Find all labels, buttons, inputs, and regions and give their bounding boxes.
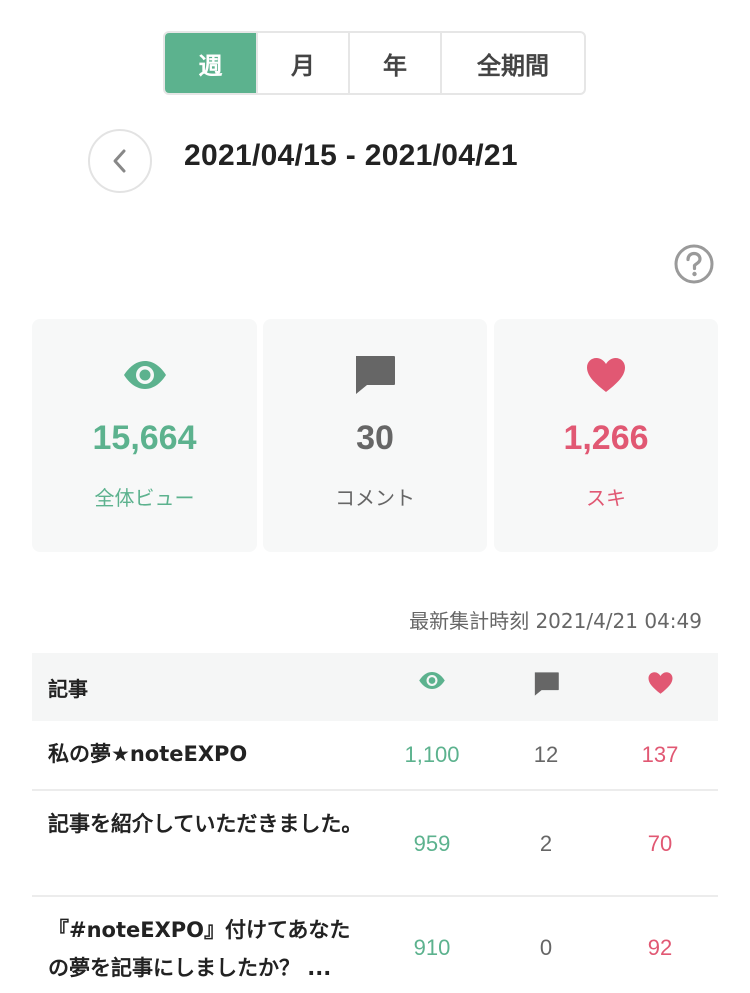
last-updated-timestamp: 最新集計時刻 2021/4/21 04:49	[409, 609, 702, 633]
period-tabs: 週 月 年 全期間	[163, 31, 586, 95]
article-likes: 70	[647, 831, 673, 856]
table-row[interactable]: 『#noteEXPO』付けてあなたの夢を記事にしましたか？ ... 910 0 …	[32, 897, 718, 993]
article-title[interactable]: 記事を紹介していただきました。	[48, 805, 368, 843]
tab-all-time[interactable]: 全期間	[442, 33, 584, 93]
article-comments: 12	[533, 742, 559, 767]
comment-icon	[353, 353, 397, 397]
help-icon[interactable]	[673, 243, 715, 285]
table-row[interactable]: 私の夢★noteEXPO 1,100 12 137	[32, 721, 718, 791]
views-summary-card: 15,664 全体ビュー	[32, 319, 257, 552]
article-views: 910	[413, 935, 451, 960]
previous-period-button[interactable]	[88, 129, 152, 193]
total-views-label: 全体ビュー	[94, 486, 195, 510]
article-title[interactable]: 『#noteEXPO』付けてあなたの夢を記事にしましたか？ ...	[48, 911, 368, 987]
article-title[interactable]: 私の夢★noteEXPO	[48, 735, 368, 773]
total-comments-value: 30	[356, 419, 394, 457]
table-row[interactable]: 記事を紹介していただきました。 959 2 70	[32, 791, 718, 897]
article-likes: 92	[647, 935, 673, 960]
tab-week[interactable]: 週	[165, 33, 258, 93]
comments-summary-card: 30 コメント	[263, 319, 487, 552]
total-views-value: 15,664	[92, 419, 197, 457]
article-views: 959	[413, 831, 451, 856]
views-column-eye-icon[interactable]	[382, 671, 482, 690]
article-comments: 2	[539, 831, 553, 856]
comments-column-comment-icon[interactable]	[496, 671, 596, 697]
article-likes: 137	[641, 742, 679, 767]
total-comments-label: コメント	[335, 486, 415, 510]
article-comments: 0	[539, 935, 553, 960]
article-views: 1,100	[404, 742, 460, 767]
date-range: 2021/04/15 - 2021/04/21	[184, 139, 518, 172]
heart-icon	[585, 353, 627, 397]
total-likes-label: スキ	[586, 486, 626, 510]
articles-table-header: 記事	[32, 653, 718, 721]
tab-month[interactable]: 月	[258, 33, 350, 93]
likes-column-heart-icon[interactable]	[610, 671, 710, 695]
tab-year[interactable]: 年	[350, 33, 442, 93]
chevron-left-icon	[113, 149, 126, 173]
likes-summary-card: 1,266 スキ	[494, 319, 718, 552]
eye-icon	[122, 353, 168, 397]
total-likes-value: 1,266	[563, 419, 649, 457]
article-column-header: 記事	[48, 676, 88, 701]
